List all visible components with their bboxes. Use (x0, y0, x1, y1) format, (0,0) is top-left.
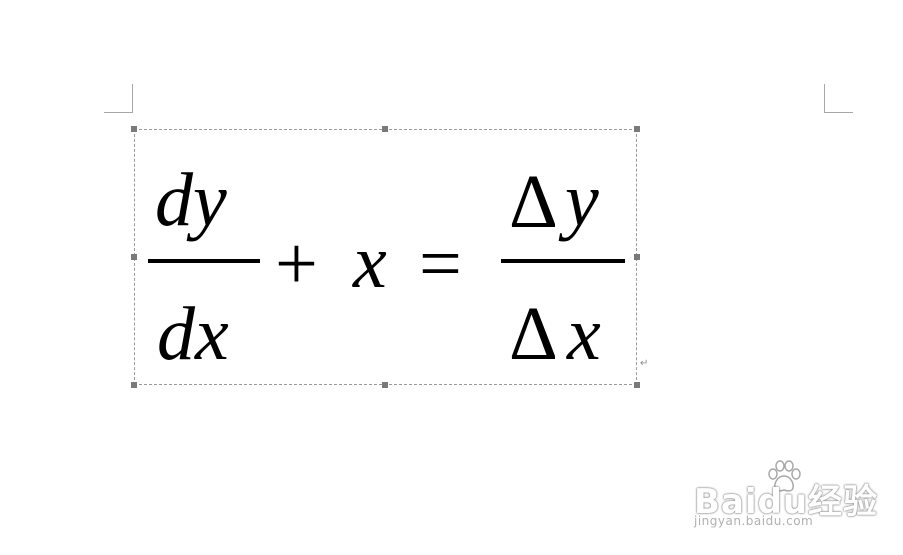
margin-corner-top-left (104, 84, 133, 113)
lhs-denominator: dx (157, 292, 229, 376)
rhs-denominator-delta: Δ (509, 292, 558, 376)
paragraph-mark: ↵ (640, 358, 649, 369)
watermark-site: jingyan.baidu.com (694, 514, 814, 528)
document-page: dy dx + x = Δ y Δ x ↵ Baidu经验 jingyan.ba… (0, 0, 903, 555)
rhs-numerator-delta: Δ (509, 160, 558, 244)
rhs-numerator-var: y (565, 158, 599, 242)
equation: dy dx + x = Δ y Δ x (135, 130, 638, 386)
variable-x: x (353, 220, 387, 304)
plus-sign: + (275, 222, 318, 306)
baidu-watermark: Baidu经验 jingyan.baidu.com (686, 458, 886, 538)
lhs-fraction-bar (148, 259, 260, 263)
rhs-fraction-bar (501, 259, 625, 263)
equals-sign: = (419, 222, 462, 306)
lhs-numerator: dy (155, 158, 227, 242)
equation-object[interactable]: dy dx + x = Δ y Δ x (131, 126, 640, 388)
rhs-denominator-var: x (567, 292, 601, 376)
margin-corner-top-right (824, 84, 853, 113)
